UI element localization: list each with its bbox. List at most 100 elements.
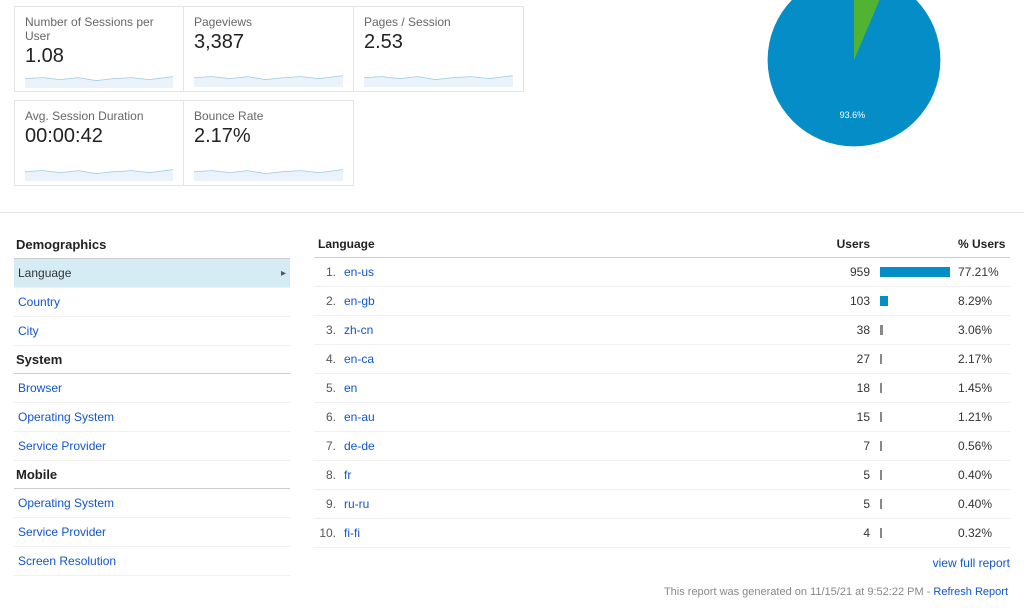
pct-bar bbox=[880, 440, 950, 452]
col-pct-users[interactable]: % Users bbox=[954, 231, 1010, 258]
sidebar-item-operating-system[interactable]: Operating System bbox=[14, 403, 290, 432]
sidebar-item-city[interactable]: City bbox=[14, 317, 290, 346]
sidebar-item-service-provider[interactable]: Service Provider bbox=[14, 518, 290, 547]
pct-value: 8.29% bbox=[954, 287, 1010, 316]
row-index: 6. bbox=[314, 403, 340, 432]
sparkline bbox=[194, 67, 343, 87]
pct-value: 0.40% bbox=[954, 490, 1010, 519]
language-link[interactable]: zh-cn bbox=[344, 323, 373, 337]
table-row: 7. de-de 7 0.56% bbox=[314, 432, 1010, 461]
language-link[interactable]: en bbox=[344, 381, 357, 395]
sidebar-item-label: Browser bbox=[18, 381, 62, 395]
refresh-report-link[interactable]: Refresh Report bbox=[933, 586, 1008, 598]
sparkline bbox=[25, 68, 173, 88]
row-index: 8. bbox=[314, 461, 340, 490]
pct-bar bbox=[880, 411, 950, 423]
sidebar-item-language[interactable]: Language▸ bbox=[14, 259, 290, 288]
metric-card[interactable]: Pageviews 3,387 bbox=[184, 6, 354, 92]
view-full-report-link[interactable]: view full report bbox=[933, 556, 1010, 570]
metric-label: Bounce Rate bbox=[194, 109, 343, 123]
sidebar-item-label: Country bbox=[18, 295, 60, 309]
row-index: 4. bbox=[314, 345, 340, 374]
pct-value: 3.06% bbox=[954, 316, 1010, 345]
sidebar-item-label: Operating System bbox=[18, 496, 114, 510]
chevron-right-icon: ▸ bbox=[281, 268, 286, 279]
users-value: 7 bbox=[598, 432, 874, 461]
language-link[interactable]: fi-fi bbox=[344, 526, 360, 540]
table-row: 10. fi-fi 4 0.32% bbox=[314, 519, 1010, 548]
sidebar-item-label: City bbox=[18, 324, 39, 338]
pct-value: 0.56% bbox=[954, 432, 1010, 461]
metric-card[interactable]: Pages / Session 2.53 bbox=[354, 6, 524, 92]
metric-label: Avg. Session Duration bbox=[25, 109, 173, 123]
language-link[interactable]: en-ca bbox=[344, 352, 374, 366]
sidebar-item-operating-system[interactable]: Operating System bbox=[14, 489, 290, 518]
sidebar-heading: System bbox=[14, 346, 290, 374]
dimension-sidebar: DemographicsLanguage▸ Country City System Br… bbox=[14, 231, 314, 576]
row-index: 7. bbox=[314, 432, 340, 461]
table-row: 9. ru-ru 5 0.40% bbox=[314, 490, 1010, 519]
col-users[interactable]: Users bbox=[598, 231, 874, 258]
table-row: 1. en-us 959 77.21% bbox=[314, 258, 1010, 287]
pct-value: 1.45% bbox=[954, 374, 1010, 403]
users-value: 18 bbox=[598, 374, 874, 403]
row-index: 10. bbox=[314, 519, 340, 548]
row-index: 3. bbox=[314, 316, 340, 345]
row-index: 2. bbox=[314, 287, 340, 316]
users-value: 5 bbox=[598, 490, 874, 519]
pct-value: 0.40% bbox=[954, 461, 1010, 490]
language-link[interactable]: en-us bbox=[344, 265, 374, 279]
metric-value: 1.08 bbox=[25, 45, 173, 68]
users-value: 103 bbox=[598, 287, 874, 316]
pct-value: 2.17% bbox=[954, 345, 1010, 374]
metric-value: 2.17% bbox=[194, 125, 343, 148]
table-row: 2. en-gb 103 8.29% bbox=[314, 287, 1010, 316]
pct-bar bbox=[880, 324, 950, 336]
pct-bar bbox=[880, 527, 950, 539]
language-link[interactable]: fr bbox=[344, 468, 351, 482]
col-language[interactable]: Language bbox=[314, 231, 598, 258]
sidebar-item-screen-resolution[interactable]: Screen Resolution bbox=[14, 547, 290, 576]
sidebar-item-label: Service Provider bbox=[18, 439, 106, 453]
users-value: 38 bbox=[598, 316, 874, 345]
metric-value: 3,387 bbox=[194, 31, 343, 54]
pct-value: 0.32% bbox=[954, 519, 1010, 548]
users-value: 959 bbox=[598, 258, 874, 287]
metric-label: Number of Sessions per User bbox=[25, 15, 173, 43]
pct-bar bbox=[880, 353, 950, 365]
pct-value: 1.21% bbox=[954, 403, 1010, 432]
language-link[interactable]: de-de bbox=[344, 439, 375, 453]
language-link[interactable]: en-gb bbox=[344, 294, 375, 308]
pct-bar bbox=[880, 382, 950, 394]
pct-bar bbox=[880, 498, 950, 510]
sparkline bbox=[364, 67, 513, 87]
language-link[interactable]: en-au bbox=[344, 410, 375, 424]
table-row: 5. en 18 1.45% bbox=[314, 374, 1010, 403]
pct-bar bbox=[880, 295, 950, 307]
sidebar-heading: Demographics bbox=[14, 231, 290, 259]
sparkline bbox=[194, 161, 343, 181]
pct-bar bbox=[880, 469, 950, 481]
pct-bar bbox=[880, 266, 950, 278]
table-row: 3. zh-cn 38 3.06% bbox=[314, 316, 1010, 345]
sidebar-item-label: Operating System bbox=[18, 410, 114, 424]
metric-label: Pages / Session bbox=[364, 15, 513, 29]
row-index: 1. bbox=[314, 258, 340, 287]
pct-value: 77.21% bbox=[954, 258, 1010, 287]
sidebar-item-service-provider[interactable]: Service Provider bbox=[14, 432, 290, 461]
sidebar-item-label: Service Provider bbox=[18, 525, 106, 539]
table-row: 4. en-ca 27 2.17% bbox=[314, 345, 1010, 374]
sidebar-item-country[interactable]: Country bbox=[14, 288, 290, 317]
users-value: 5 bbox=[598, 461, 874, 490]
users-value: 15 bbox=[598, 403, 874, 432]
metric-card[interactable]: Bounce Rate 2.17% bbox=[184, 100, 354, 186]
sidebar-heading: Mobile bbox=[14, 461, 290, 489]
metric-label: Pageviews bbox=[194, 15, 343, 29]
metric-card[interactable]: Number of Sessions per User 1.08 bbox=[14, 6, 184, 92]
language-link[interactable]: ru-ru bbox=[344, 497, 369, 511]
visitor-pie-chart: 93.6% bbox=[764, 0, 944, 150]
users-value: 27 bbox=[598, 345, 874, 374]
sidebar-item-label: Screen Resolution bbox=[18, 554, 116, 568]
sidebar-item-browser[interactable]: Browser bbox=[14, 374, 290, 403]
metric-card[interactable]: Avg. Session Duration 00:00:42 bbox=[14, 100, 184, 186]
